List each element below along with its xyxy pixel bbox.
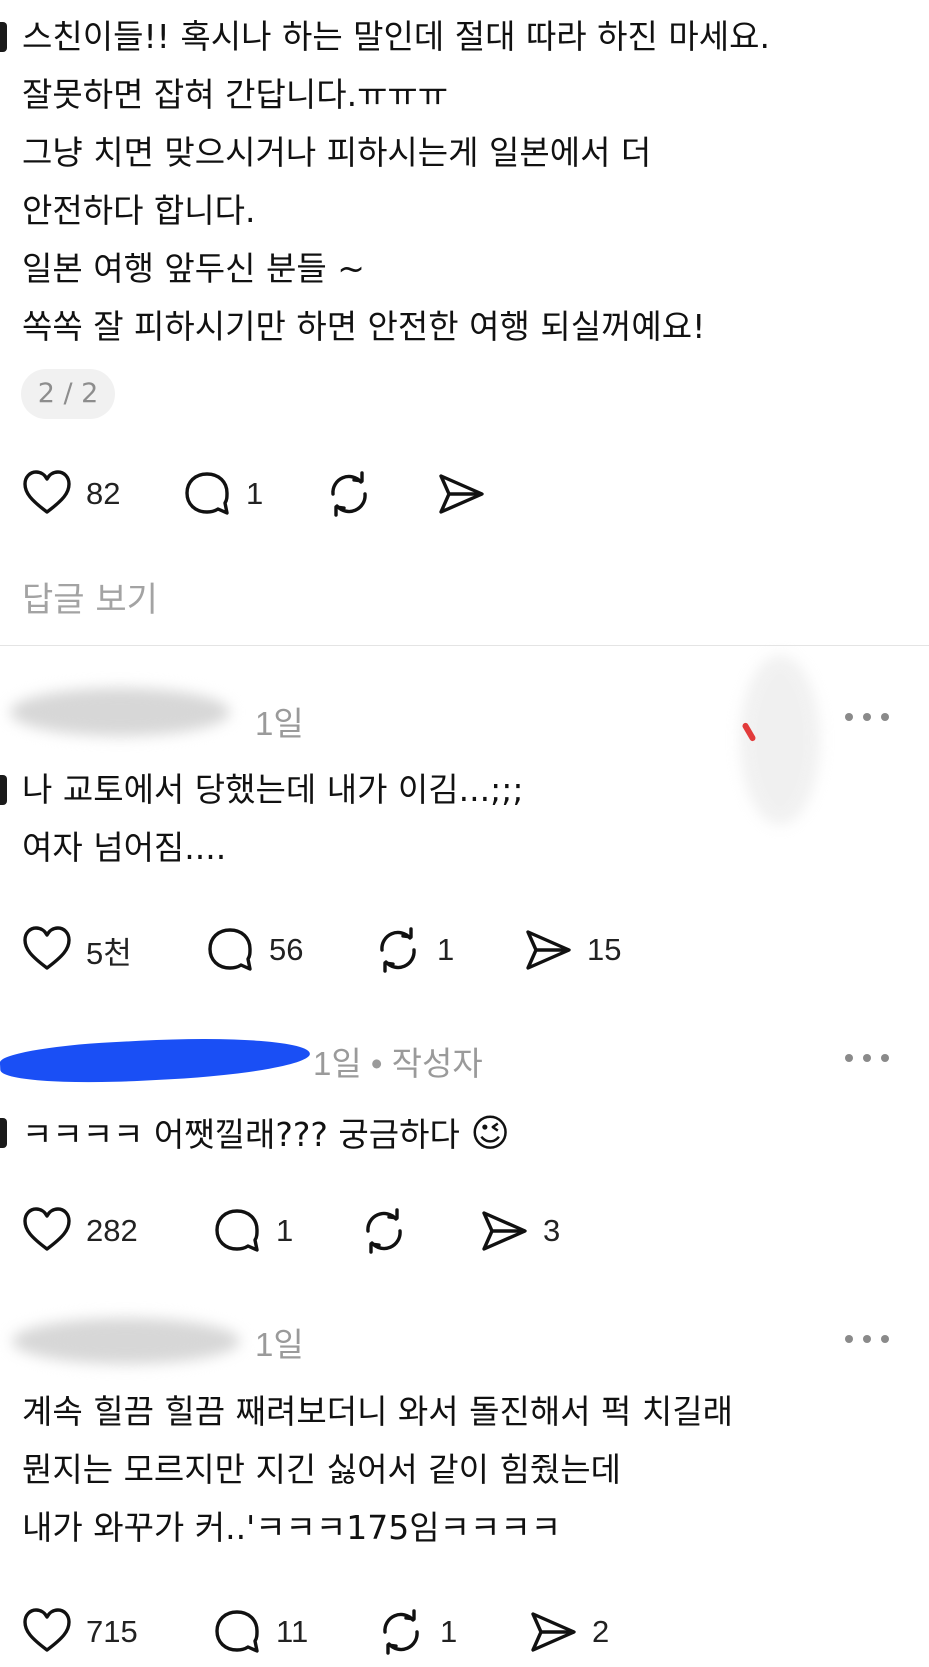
reply-text: 계속 힐끔 힐끔 째려보더니 와서 돌진해서 퍽 치길래 뭔지는 모르지만 지긴… — [22, 1383, 733, 1557]
comment-icon — [212, 1607, 262, 1657]
like-button[interactable]: 715 — [22, 1606, 212, 1658]
heart-icon — [22, 1607, 72, 1657]
comment-count: 1 — [276, 1213, 294, 1248]
share-button[interactable]: 15 — [523, 924, 621, 976]
share-icon — [523, 925, 573, 975]
post-line: 쏙쏙 잘 피하시기만 하면 안전한 여행 되실꺼예요! — [22, 307, 706, 346]
post-actions: 82 1 — [22, 468, 486, 520]
comment-icon — [182, 469, 232, 519]
post-line: 그냥 치면 맞으시거나 피하시는게 일본에서 더 — [22, 133, 652, 172]
comment-icon — [205, 925, 255, 975]
like-count: 715 — [86, 1614, 138, 1649]
repost-count: 1 — [437, 932, 455, 967]
repost-button[interactable] — [359, 1205, 479, 1257]
more-icon — [845, 713, 853, 721]
share-count: 15 — [587, 932, 622, 967]
thread-line — [0, 22, 7, 52]
like-button[interactable]: 282 — [22, 1205, 212, 1257]
reply-line: ㅋㅋㅋㅋ 어쨋낄래??? 궁금하다 — [22, 1115, 460, 1154]
repost-icon — [359, 1206, 409, 1256]
repost-icon — [324, 469, 374, 519]
repost-button[interactable] — [324, 468, 436, 520]
repost-count: 1 — [440, 1614, 458, 1649]
wink-emoji: 😉 — [470, 1111, 510, 1155]
comment-count: 56 — [269, 932, 304, 967]
reply-text: 나 교토에서 당했는데 내가 이김...;;; 여자 넘어짐.... — [22, 761, 523, 877]
comment-button[interactable]: 1 — [212, 1205, 359, 1257]
reply-line: 내가 와꾸가 커..'ㅋㅋㅋ175임ㅋㅋㅋㅋ — [22, 1508, 562, 1547]
repost-button[interactable]: 1 — [373, 924, 523, 976]
redacted-username — [0, 1031, 311, 1089]
thread-line — [0, 775, 7, 805]
comment-button[interactable]: 11 — [212, 1606, 376, 1658]
repost-button[interactable]: 1 — [376, 1606, 528, 1658]
share-button[interactable]: 3 — [479, 1205, 560, 1257]
divider — [0, 645, 929, 646]
like-button[interactable]: 5천 — [22, 924, 205, 976]
like-button[interactable]: 82 — [22, 468, 182, 520]
author-badge: • 작성자 — [370, 1045, 483, 1082]
more-icon — [845, 1054, 853, 1062]
post-line: 잘못하면 잡혀 간답니다.ㅠㅠㅠ — [22, 75, 449, 114]
share-icon — [436, 469, 486, 519]
redacted-username — [10, 688, 230, 736]
share-count: 3 — [543, 1213, 561, 1248]
thread-line — [0, 1118, 7, 1148]
reply-line: 여자 넘어짐.... — [22, 828, 227, 867]
reply-time-author: 1일 • 작성자 — [313, 1037, 483, 1085]
post-line: 안전하다 합니다. — [22, 191, 256, 230]
reply-line: 뭔지는 모르지만 지긴 싫어서 같이 힘줬는데 — [22, 1450, 621, 1489]
view-replies-link[interactable]: 답글 보기 — [22, 572, 158, 621]
comment-icon — [212, 1206, 262, 1256]
more-icon — [845, 1335, 853, 1343]
reply-actions: 715 11 1 2 — [22, 1606, 609, 1658]
like-count: 282 — [86, 1213, 138, 1248]
share-button[interactable] — [436, 468, 486, 520]
repost-icon — [373, 925, 423, 975]
share-count: 2 — [592, 1614, 610, 1649]
reply-line: 계속 힐끔 힐끔 째려보더니 와서 돌진해서 퍽 치길래 — [22, 1392, 733, 1431]
heart-icon — [22, 1206, 72, 1256]
comment-button[interactable]: 1 — [182, 468, 324, 520]
heart-icon — [22, 925, 72, 975]
reply-time: 1일 — [255, 1326, 304, 1363]
comment-count: 11 — [276, 1614, 309, 1649]
share-icon — [528, 1607, 578, 1657]
post-text: 스친이들!! 혹시나 하는 말인데 절대 따라 하진 마세요. 잘못하면 잡혀 … — [22, 8, 770, 356]
reply-text: ㅋㅋㅋㅋ 어쨋낄래??? 궁금하다 😉 — [22, 1104, 510, 1162]
redacted-username — [12, 1318, 240, 1364]
like-count: 82 — [86, 476, 121, 511]
reply-actions: 282 1 3 — [22, 1205, 560, 1257]
comment-button[interactable]: 56 — [205, 924, 373, 976]
post-line: 일본 여행 앞두신 분들 ~ — [22, 249, 365, 288]
like-count: 5천 — [86, 935, 132, 971]
reply-line: 나 교토에서 당했는데 내가 이김...;;; — [22, 770, 524, 809]
more-options-button[interactable] — [845, 1048, 889, 1068]
reply-time: 1일 — [313, 1045, 362, 1082]
share-icon — [479, 1206, 529, 1256]
more-options-button[interactable] — [845, 707, 889, 727]
post-line: 스친이들!! 혹시나 하는 말인데 절대 따라 하진 마세요. — [22, 17, 770, 56]
heart-icon — [22, 469, 72, 519]
comment-count: 1 — [246, 476, 264, 511]
repost-icon — [376, 1607, 426, 1657]
more-options-button[interactable] — [845, 1329, 889, 1349]
reply-time: 1일 — [255, 705, 304, 742]
share-button[interactable]: 2 — [528, 1606, 609, 1658]
page-indicator: 2 / 2 — [21, 369, 115, 419]
reply-actions: 5천 56 1 15 — [22, 924, 621, 976]
